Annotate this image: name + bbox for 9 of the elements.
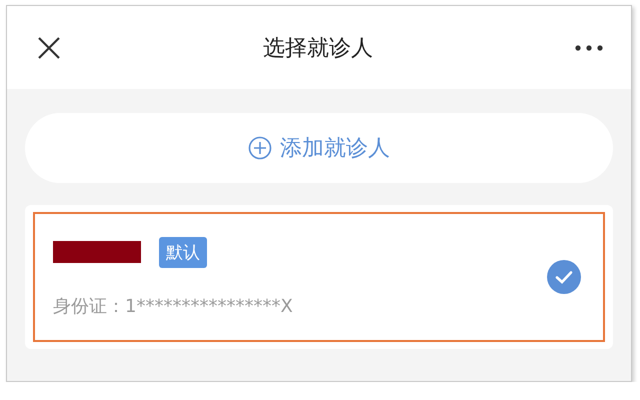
add-patient-button[interactable]: 添加就诊人 <box>25 113 613 183</box>
id-number: 身份证：1****************X <box>53 294 293 318</box>
check-icon[interactable] <box>547 260 581 294</box>
default-tag: 默认 <box>159 236 207 268</box>
plus-icon <box>248 136 272 160</box>
patient-card[interactable]: 默认 身份证：1****************X <box>25 205 613 349</box>
close-icon[interactable] <box>37 36 61 60</box>
more-icon[interactable] <box>575 44 603 50</box>
page-title: 选择就诊人 <box>263 34 373 62</box>
